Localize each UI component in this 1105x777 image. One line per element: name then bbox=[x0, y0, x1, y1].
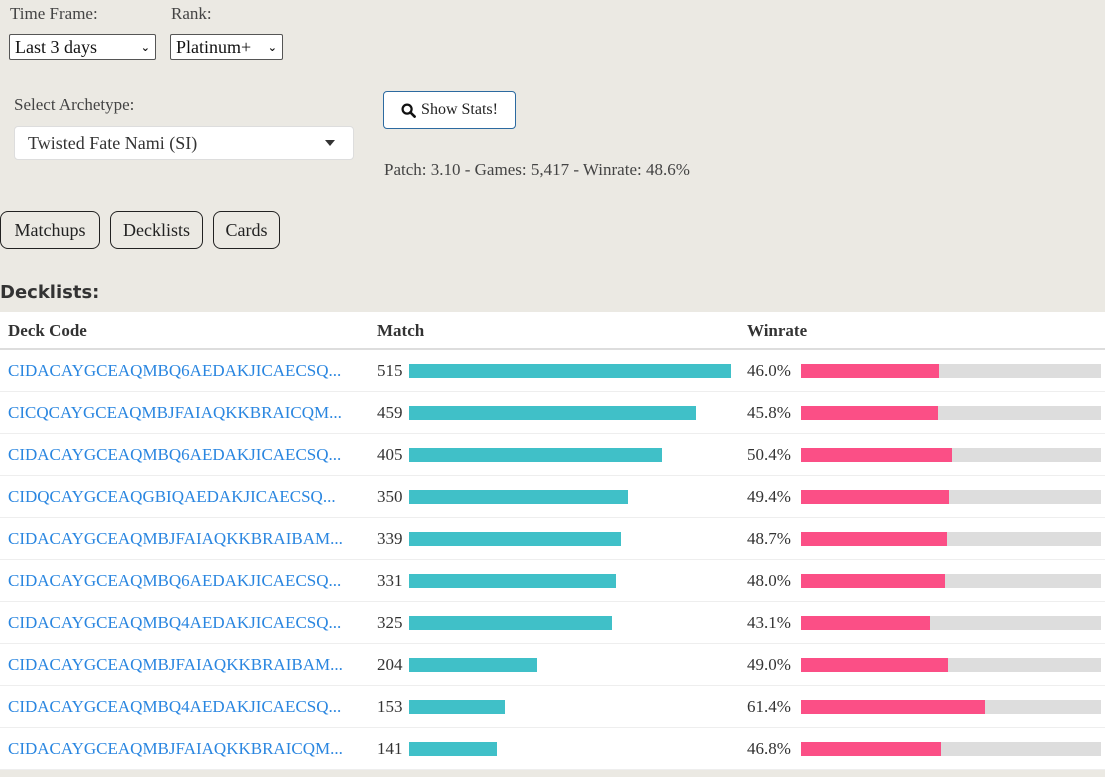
winrate-bar-track bbox=[800, 406, 1101, 420]
match-count: 331 bbox=[377, 571, 403, 590]
match-bar bbox=[409, 364, 731, 378]
chevron-down-icon: ⌄ bbox=[267, 40, 277, 54]
winrate-value: 48.0% bbox=[747, 571, 791, 590]
winrate-bar-track bbox=[800, 532, 1101, 546]
table-row: CIDACAYGCEAQMBQ6AEDAKJICAECSQ... 331 48.… bbox=[0, 560, 1105, 602]
table-row: CIDACAYGCEAQMBQ4AEDAKJICAECSQ... 325 43.… bbox=[0, 602, 1105, 644]
winrate-bar-track bbox=[800, 658, 1101, 672]
time-frame-select[interactable]: Last 3 days ⌄ bbox=[9, 34, 156, 60]
winrate-value: 45.8% bbox=[747, 403, 791, 422]
winrate-value: 48.7% bbox=[747, 529, 791, 548]
winrate-bar-fill bbox=[800, 658, 948, 672]
chevron-down-icon: ⌄ bbox=[140, 40, 150, 54]
time-frame-value: Last 3 days bbox=[15, 36, 97, 57]
winrate-bar-fill bbox=[800, 742, 942, 756]
winrate-value: 43.1% bbox=[747, 613, 791, 632]
match-bar bbox=[409, 700, 505, 714]
winrate-bar-fill bbox=[800, 406, 939, 420]
header-winrate[interactable]: Winrate bbox=[747, 321, 807, 341]
deck-code-link[interactable]: CIDACAYGCEAQMBJFAIAQKKBRAIBAM... bbox=[8, 529, 343, 549]
winrate-bar-fill bbox=[800, 574, 945, 588]
table-row: CIDACAYGCEAQMBQ6AEDAKJICAECSQ... 405 50.… bbox=[0, 434, 1105, 476]
match-count: 204 bbox=[377, 655, 403, 674]
section-title: Decklists: bbox=[0, 282, 100, 303]
deck-code-link[interactable]: CIDACAYGCEAQMBQ6AEDAKJICAECSQ... bbox=[8, 445, 341, 465]
deck-code-link[interactable]: CIDACAYGCEAQMBQ6AEDAKJICAECSQ... bbox=[8, 571, 341, 591]
winrate-bar-fill bbox=[800, 448, 952, 462]
deck-code-link[interactable]: CIDQCAYGCEAQGBIQAEDAKJICAECSQ... bbox=[8, 487, 336, 507]
table-row: CIDQCAYGCEAQGBIQAEDAKJICAECSQ... 350 49.… bbox=[0, 476, 1105, 518]
match-count: 141 bbox=[377, 739, 403, 758]
archetype-value: Twisted Fate Nami (SI) bbox=[28, 132, 198, 153]
table-row: CIDACAYGCEAQMBQ4AEDAKJICAECSQ... 153 61.… bbox=[0, 686, 1105, 728]
winrate-bar-fill bbox=[800, 616, 930, 630]
winrate-bar-track bbox=[800, 448, 1101, 462]
deck-code-link[interactable]: CICQCAYGCEAQMBJFAIAQKKBRAICQM... bbox=[8, 403, 342, 423]
search-icon bbox=[401, 102, 416, 118]
match-count: 350 bbox=[377, 487, 403, 506]
table-row: CIDACAYGCEAQMBQ6AEDAKJICAECSQ... 515 46.… bbox=[0, 350, 1105, 392]
winrate-value: 46.8% bbox=[747, 739, 791, 758]
winrate-bar-track bbox=[800, 574, 1101, 588]
rank-select[interactable]: Platinum+ ⌄ bbox=[170, 34, 283, 60]
winrate-value: 61.4% bbox=[747, 697, 791, 716]
archetype-label: Select Archetype: bbox=[14, 95, 135, 114]
winrate-value: 49.4% bbox=[747, 487, 791, 506]
deck-code-link[interactable]: CIDACAYGCEAQMBQ4AEDAKJICAECSQ... bbox=[8, 697, 341, 717]
winrate-value: 50.4% bbox=[747, 445, 791, 464]
match-count: 153 bbox=[377, 697, 403, 716]
winrate-bar-fill bbox=[800, 364, 939, 378]
table-row: CIDACAYGCEAQMBJFAIAQKKBRAICQM... 141 46.… bbox=[0, 728, 1105, 770]
match-bar bbox=[409, 616, 612, 630]
deck-code-link[interactable]: CIDACAYGCEAQMBQ4AEDAKJICAECSQ... bbox=[8, 613, 341, 633]
match-bar bbox=[409, 532, 621, 546]
winrate-bar-track bbox=[800, 742, 1101, 756]
winrate-value: 49.0% bbox=[747, 655, 791, 674]
match-bar bbox=[409, 406, 696, 420]
show-stats-label: Show Stats! bbox=[421, 101, 498, 118]
winrate-bar-track bbox=[800, 364, 1101, 378]
winrate-bar-fill bbox=[800, 490, 949, 504]
match-count: 515 bbox=[377, 361, 403, 380]
summary-stats: Patch: 3.10 - Games: 5,417 - Winrate: 48… bbox=[384, 160, 690, 179]
archetype-select[interactable]: Twisted Fate Nami (SI) bbox=[14, 126, 354, 160]
winrate-value: 46.0% bbox=[747, 361, 791, 380]
table-row: CIDACAYGCEAQMBJFAIAQKKBRAIBAM... 339 48.… bbox=[0, 518, 1105, 560]
match-count: 459 bbox=[377, 403, 403, 422]
match-count: 405 bbox=[377, 445, 403, 464]
table-header: Deck Code Match Winrate bbox=[0, 312, 1105, 350]
show-stats-button[interactable]: Show Stats! bbox=[383, 91, 516, 129]
table-row: CIDACAYGCEAQMBJFAIAQKKBRAIBAM... 204 49.… bbox=[0, 644, 1105, 686]
time-frame-label: Time Frame: bbox=[10, 4, 98, 23]
rank-label: Rank: bbox=[171, 4, 212, 23]
winrate-bar-track bbox=[800, 490, 1101, 504]
table-row: CICQCAYGCEAQMBJFAIAQKKBRAICQM... 459 45.… bbox=[0, 392, 1105, 434]
match-bar bbox=[409, 490, 628, 504]
deck-code-link[interactable]: CIDACAYGCEAQMBQ6AEDAKJICAECSQ... bbox=[8, 361, 341, 381]
winrate-bar-fill bbox=[800, 532, 947, 546]
match-count: 325 bbox=[377, 613, 403, 632]
decklists-table: Deck Code Match Winrate CIDACAYGCEAQMBQ6… bbox=[0, 312, 1105, 770]
match-bar bbox=[409, 574, 616, 588]
tab-matchups[interactable]: Matchups bbox=[0, 211, 100, 249]
match-bar bbox=[409, 448, 662, 462]
winrate-bar-track bbox=[800, 616, 1101, 630]
match-bar bbox=[409, 742, 497, 756]
winrate-bar-track bbox=[800, 700, 1101, 714]
rank-value: Platinum+ bbox=[176, 36, 252, 57]
deck-code-link[interactable]: CIDACAYGCEAQMBJFAIAQKKBRAIBAM... bbox=[8, 655, 343, 675]
winrate-bar-fill bbox=[800, 700, 985, 714]
caret-down-icon bbox=[325, 140, 335, 146]
match-bar bbox=[409, 658, 537, 672]
tab-decklists[interactable]: Decklists bbox=[110, 211, 203, 249]
tab-cards[interactable]: Cards bbox=[213, 211, 280, 249]
match-count: 339 bbox=[377, 529, 403, 548]
deck-code-link[interactable]: CIDACAYGCEAQMBJFAIAQKKBRAICQM... bbox=[8, 739, 343, 759]
header-deck-code[interactable]: Deck Code bbox=[8, 321, 87, 341]
header-match[interactable]: Match bbox=[377, 321, 424, 341]
